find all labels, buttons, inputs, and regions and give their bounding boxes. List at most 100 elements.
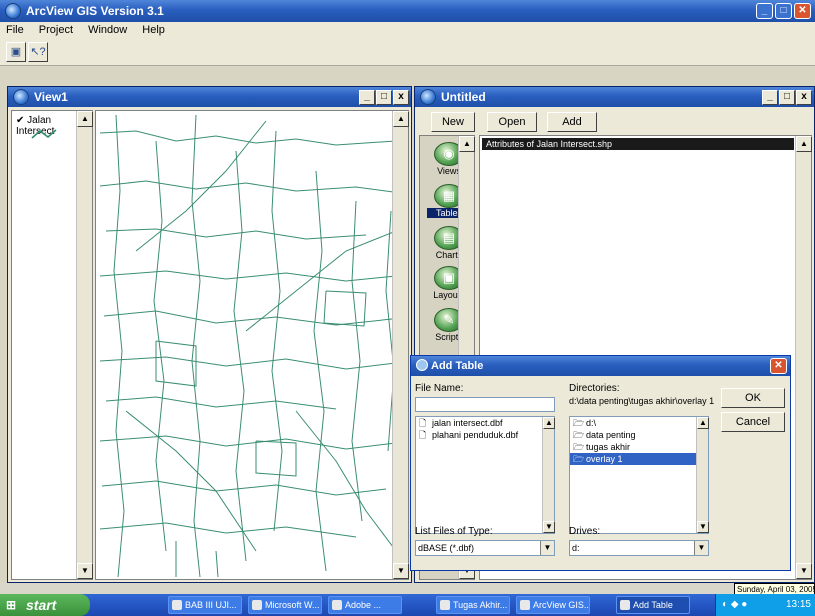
file-icon: 🗋 xyxy=(419,418,427,428)
drives-select[interactable]: d: ▼ xyxy=(569,540,709,556)
directory-scroll-down[interactable]: ▼ xyxy=(697,521,709,533)
save-icon: ▣ xyxy=(10,46,22,58)
directory-scroll-up[interactable]: ▲ xyxy=(697,417,709,429)
project-maximize-button[interactable]: □ xyxy=(779,90,795,105)
open-folder-icon: 🗁 xyxy=(573,418,585,428)
menu-help[interactable]: Help xyxy=(136,22,171,38)
taskbar-item[interactable]: ArcView GIS... xyxy=(516,596,590,614)
file-scroll-down[interactable]: ▼ xyxy=(543,521,555,533)
file-list[interactable]: 🗋 jalan intersect.dbf 🗋 plahani penduduk… xyxy=(415,416,555,534)
directory-item[interactable]: 🗁 tugas akhir xyxy=(570,441,708,453)
dialog-icon xyxy=(416,359,428,371)
app-icon xyxy=(440,600,450,610)
taskbar-item[interactable]: BAB III UJI... xyxy=(168,596,242,614)
file-list-scrollbar[interactable]: ▲ ▼ xyxy=(542,417,555,533)
project-title-bar[interactable]: Untitled _ □ x xyxy=(415,87,814,107)
toc-scroll-down[interactable]: ▼ xyxy=(77,563,93,579)
directory-item-selected[interactable]: 🗁 overlay 1 xyxy=(570,453,708,465)
open-button[interactable]: Open xyxy=(487,112,537,132)
help-cursor-button[interactable]: ↖? xyxy=(28,42,48,62)
open-folder-icon: 🗁 xyxy=(573,430,585,440)
app-icon xyxy=(332,600,342,610)
minimize-button[interactable]: _ xyxy=(756,3,773,19)
save-button[interactable]: ▣ xyxy=(6,42,26,62)
app-title-bar[interactable]: ArcView GIS Version 3.1 _ □ ✕ xyxy=(0,0,815,22)
app-icon xyxy=(520,600,530,610)
app-title: ArcView GIS Version 3.1 xyxy=(26,4,164,18)
new-button[interactable]: New xyxy=(431,112,475,132)
add-button[interactable]: Add xyxy=(547,112,597,132)
table-of-contents[interactable]: ✔ Jalan Intersect ▲ ▼ xyxy=(11,110,93,580)
maximize-button[interactable]: □ xyxy=(775,3,792,19)
project-minimize-button[interactable]: _ xyxy=(762,90,778,105)
menu-window[interactable]: Window xyxy=(82,22,133,38)
start-button[interactable]: ⊞ start xyxy=(0,594,90,616)
menu-file[interactable]: File xyxy=(0,22,30,38)
document-item[interactable]: Attributes of Jalan Intersect.shp xyxy=(482,138,794,150)
help-cursor-icon: ↖? xyxy=(30,46,46,58)
open-folder-icon: 🗁 xyxy=(573,454,585,464)
file-icon: 🗋 xyxy=(419,430,427,440)
directory-item[interactable]: 🗁 data penting xyxy=(570,429,708,441)
chevron-down-icon[interactable]: ▼ xyxy=(540,541,554,555)
toc-scroll-up[interactable]: ▲ xyxy=(77,111,93,127)
project-icon xyxy=(420,89,436,105)
ok-button[interactable]: OK xyxy=(721,388,785,408)
map-scrollbar[interactable]: ▲ ▼ xyxy=(392,111,409,579)
cancel-button[interactable]: Cancel xyxy=(721,412,785,432)
directories-path: d:\data penting\tugas akhir\overlay 1 xyxy=(569,396,715,406)
menu-bar: File Project Window Help xyxy=(0,22,815,40)
windows-flag-icon: ⊞ xyxy=(6,598,17,612)
taskbar-item[interactable]: Microsoft W... xyxy=(248,596,322,614)
view-maximize-button[interactable]: □ xyxy=(376,90,392,105)
file-scroll-up[interactable]: ▲ xyxy=(543,417,555,429)
view-title-bar[interactable]: View1 _ □ x xyxy=(8,87,411,107)
directory-list[interactable]: 🗁 d:\ 🗁 data penting 🗁 tugas akhir 🗁 ove… xyxy=(569,416,709,534)
checkmark-icon[interactable]: ✔ xyxy=(16,115,24,126)
system-tray: ◐ ◆ ● 13:15 xyxy=(715,594,815,616)
toc-scrollbar[interactable]: ▲ ▼ xyxy=(76,111,93,579)
toolbar: ▣ ↖? xyxy=(0,40,815,66)
tray-icons[interactable]: ◐ ◆ ● xyxy=(716,594,747,616)
app-icon xyxy=(252,600,262,610)
directory-item[interactable]: 🗁 d:\ xyxy=(570,417,708,429)
open-folder-icon: 🗁 xyxy=(573,442,585,452)
file-item[interactable]: 🗋 jalan intersect.dbf xyxy=(416,417,554,429)
taskbar-item[interactable]: Adobe ... xyxy=(328,596,402,614)
close-button[interactable]: ✕ xyxy=(794,3,811,19)
line-symbol-icon xyxy=(31,129,57,139)
project-close-button[interactable]: x xyxy=(796,90,812,105)
project-title: Untitled xyxy=(441,90,486,104)
directory-list-scrollbar[interactable]: ▲ ▼ xyxy=(696,417,709,533)
app-icon xyxy=(620,600,630,610)
map-scroll-down[interactable]: ▼ xyxy=(393,563,409,579)
clock[interactable]: 13:15 xyxy=(786,599,811,610)
menu-project[interactable]: Project xyxy=(33,22,79,38)
view-icon xyxy=(13,89,29,105)
add-table-dialog: Add Table ✕ File Name: 🗋 jalan intersect… xyxy=(410,355,791,571)
dialog-title: Add Table xyxy=(431,360,484,372)
taskbar: ⊞ start BAB III UJI... Microsoft W... Ad… xyxy=(0,594,815,616)
map-canvas[interactable]: ▲ ▼ xyxy=(95,110,409,580)
document-list-scrollbar[interactable]: ▲ ▼ xyxy=(795,136,812,579)
list-types-label: List Files of Type: xyxy=(415,526,493,537)
file-name-input[interactable] xyxy=(415,397,555,412)
document-scroll-up[interactable]: ▲ xyxy=(796,136,812,152)
dialog-close-button[interactable]: ✕ xyxy=(770,358,787,374)
file-name-label: File Name: xyxy=(415,383,464,394)
road-network-map xyxy=(99,114,402,578)
taskbar-item[interactable]: Tugas Akhir... xyxy=(436,596,510,614)
taskbar-item-active[interactable]: Add Table xyxy=(616,596,690,614)
dialog-title-bar[interactable]: Add Table ✕ xyxy=(411,356,790,376)
chevron-down-icon[interactable]: ▼ xyxy=(694,541,708,555)
map-scroll-up[interactable]: ▲ xyxy=(393,111,409,127)
file-item[interactable]: 🗋 plahani penduduk.dbf xyxy=(416,429,554,441)
arcview-icon xyxy=(5,3,21,19)
view-close-button[interactable]: x xyxy=(393,90,409,105)
file-type-select[interactable]: dBASE (*.dbf) ▼ xyxy=(415,540,555,556)
document-scroll-down[interactable]: ▼ xyxy=(796,563,812,579)
app-icon xyxy=(172,600,182,610)
view-minimize-button[interactable]: _ xyxy=(359,90,375,105)
doc-type-scroll-up[interactable]: ▲ xyxy=(459,136,475,152)
drives-label: Drives: xyxy=(569,526,601,537)
